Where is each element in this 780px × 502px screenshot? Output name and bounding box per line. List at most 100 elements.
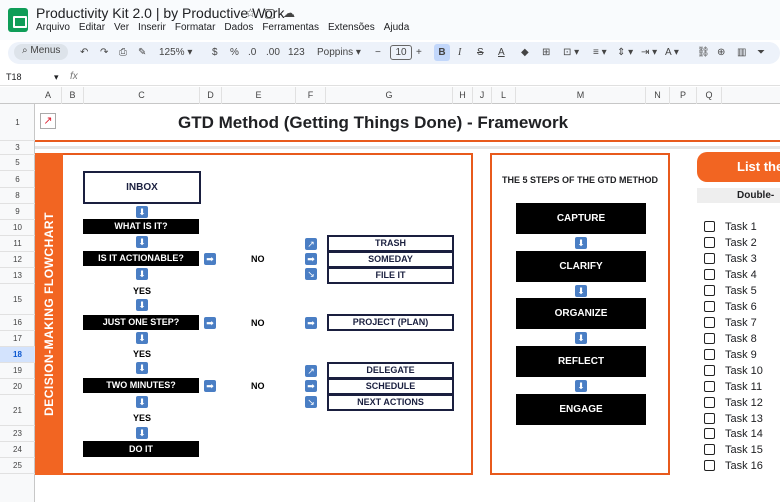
column-header[interactable]: A [35,87,62,104]
task-checkbox[interactable] [704,317,715,328]
row-header[interactable]: 5 [0,155,35,171]
row-header[interactable]: 6 [0,171,35,188]
redo-icon[interactable]: ↷ [100,46,108,60]
row-header[interactable]: 20 [0,379,35,395]
row-header[interactable]: 25 [0,458,35,474]
column-header[interactable]: F [296,87,326,104]
horizontal-align-icon[interactable]: ≡ ▾ [593,46,607,60]
row-header-selected[interactable]: 18 [0,347,35,363]
insert-comment-icon[interactable]: ⊕ [717,46,725,60]
menus-search[interactable]: ⌕ Menus [14,44,69,60]
row-header[interactable]: 15 [0,284,35,315]
print-icon[interactable]: ⎙ [119,46,127,60]
row-header[interactable]: 24 [0,442,35,458]
row-header[interactable]: 13 [0,268,35,284]
task-checkbox[interactable] [704,301,715,312]
column-header[interactable]: H [453,87,473,104]
column-header[interactable]: L [492,87,516,104]
column-header[interactable]: C [84,87,200,104]
font-select[interactable]: Poppins ▾ [314,46,364,60]
strikethrough-button[interactable]: S [477,46,484,60]
column-header[interactable]: N [646,87,670,104]
zoom-select[interactable]: 125% ▾ [156,46,195,60]
fill-color-icon[interactable]: ◆ [521,46,529,60]
column-header[interactable]: M [516,87,646,104]
row-header[interactable]: 12 [0,252,35,268]
search-label: Menus [30,45,61,56]
row-header[interactable]: 19 [0,363,35,379]
task-checkbox[interactable] [704,413,715,424]
number-format-button[interactable]: 123 [288,46,305,60]
task-checkbox[interactable] [704,397,715,408]
vertical-align-icon[interactable]: ⇕ ▾ [617,46,633,60]
column-header[interactable]: B [62,87,84,104]
task-checkbox[interactable] [704,365,715,376]
merge-cells-icon[interactable]: ⊡ ▾ [563,46,579,60]
insert-link-icon[interactable]: ⛓ [697,46,710,60]
menu-inserir[interactable]: Inserir [138,22,166,33]
name-box[interactable]: T18 ▾ [6,72,59,83]
column-header[interactable]: G [326,87,453,104]
menu-ferramentas[interactable]: Ferramentas [262,22,319,33]
cloud-status-icon[interactable]: ☁ [283,6,295,20]
menu-formatar[interactable]: Formatar [175,22,216,33]
row-header[interactable]: 10 [0,220,35,236]
down-arrow-icon: ⬇ [136,362,148,374]
undo-icon[interactable]: ↶ [80,46,88,60]
row-header[interactable]: 9 [0,204,35,220]
menu-dados[interactable]: Dados [224,22,253,33]
task-checkbox[interactable] [704,428,715,439]
step-engage: ENGAGE [516,394,646,425]
text-rotation-icon[interactable]: A ▾ [665,46,679,60]
row-header[interactable]: 23 [0,426,35,442]
increase-decimal-button[interactable]: .00 [266,46,280,60]
percent-format-button[interactable]: % [230,46,239,60]
task-checkbox[interactable] [704,221,715,232]
borders-icon[interactable]: ⊞ [542,46,550,60]
row-header[interactable]: 3 [0,141,35,155]
column-header[interactable]: Q [697,87,722,104]
font-size-increase-button[interactable]: + [416,46,422,60]
task-checkbox[interactable] [704,333,715,344]
text-color-button[interactable]: A [498,46,505,60]
column-header[interactable]: P [670,87,697,104]
row-header[interactable]: 16 [0,315,35,331]
filter-icon[interactable]: ⏷ [757,46,765,60]
row-header[interactable]: 17 [0,331,35,347]
insert-chart-icon[interactable]: ▥ [737,46,746,60]
task-list-banner: List the [697,152,780,182]
column-header[interactable]: D [200,87,222,104]
task-checkbox[interactable] [704,237,715,248]
move-folder-icon[interactable]: ▢ [264,6,275,20]
down-right-arrow-icon: ↘ [305,396,317,408]
menu-ver[interactable]: Ver [114,22,129,33]
font-size-input[interactable]: 10 [390,45,412,60]
italic-button[interactable]: I [458,46,461,60]
task-checkbox[interactable] [704,460,715,471]
task-checkbox[interactable] [704,253,715,264]
decrease-decimal-button[interactable]: .0 [248,46,256,60]
task-checkbox[interactable] [704,381,715,392]
row-header[interactable]: 1 [0,104,35,141]
menu-editar[interactable]: Editar [79,22,105,33]
row-header[interactable]: 21 [0,395,35,426]
menu-arquivo[interactable]: Arquivo [36,22,70,33]
task-checkbox[interactable] [704,444,715,455]
task-checkbox[interactable] [704,349,715,360]
right-arrow-icon: ➡ [204,253,216,265]
paint-format-icon[interactable]: ✎ [138,46,146,60]
bold-button[interactable]: B [434,44,450,61]
font-size-decrease-button[interactable]: − [375,46,381,60]
star-icon[interactable]: ☆ [245,6,256,20]
currency-format-button[interactable]: $ [212,46,218,60]
sheets-logo-icon[interactable] [8,8,28,32]
menu-extensoes[interactable]: Extensões [328,22,375,33]
row-header[interactable]: 8 [0,188,35,204]
row-header[interactable]: 11 [0,236,35,252]
task-checkbox[interactable] [704,269,715,280]
text-wrap-icon[interactable]: ⇥ ▾ [641,46,657,60]
task-checkbox[interactable] [704,285,715,296]
column-header[interactable]: J [473,87,492,104]
menu-ajuda[interactable]: Ajuda [384,22,410,33]
column-header[interactable]: E [222,87,296,104]
